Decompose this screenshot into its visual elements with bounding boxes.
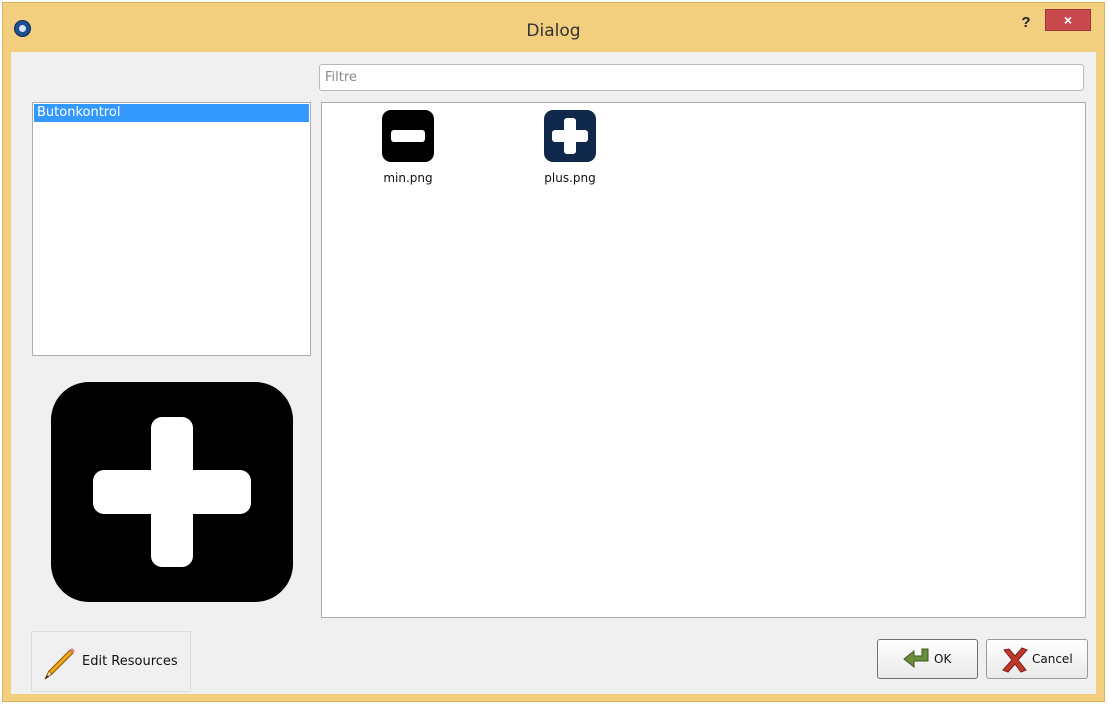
filter-input[interactable] (319, 64, 1084, 91)
close-button[interactable]: × (1045, 9, 1091, 31)
red-x-icon (1002, 647, 1028, 673)
file-view[interactable]: min.png plus.png (321, 102, 1086, 618)
cancel-button[interactable]: Cancel (986, 639, 1088, 679)
plus-square-icon (544, 110, 596, 162)
prefix-list[interactable]: Butonkontrol (32, 102, 311, 356)
plus-square-icon (51, 382, 293, 602)
file-item-plus[interactable]: plus.png (525, 110, 615, 185)
title-bar[interactable]: Dialog ? × (3, 3, 1104, 53)
ok-label: OK (934, 652, 952, 666)
window-title: Dialog (526, 21, 581, 41)
enter-arrow-icon (903, 648, 929, 669)
edit-resources-button[interactable]: Edit Resources (31, 631, 191, 692)
help-button[interactable]: ? (1015, 13, 1037, 33)
ok-button[interactable]: OK (877, 639, 978, 679)
pencil-icon (44, 648, 75, 680)
minus-square-icon (382, 110, 434, 162)
cancel-label: Cancel (1032, 652, 1073, 666)
edit-resources-label: Edit Resources (82, 654, 178, 669)
file-item-min[interactable]: min.png (363, 110, 453, 185)
dialog-window: Dialog ? × Butonkontrol min.png (2, 2, 1105, 702)
image-preview (51, 382, 293, 602)
prefix-item-butonkontrol[interactable]: Butonkontrol (34, 104, 309, 122)
dialog-body: Butonkontrol min.png (11, 52, 1096, 694)
file-label: min.png (383, 171, 433, 185)
file-label: plus.png (544, 171, 596, 185)
